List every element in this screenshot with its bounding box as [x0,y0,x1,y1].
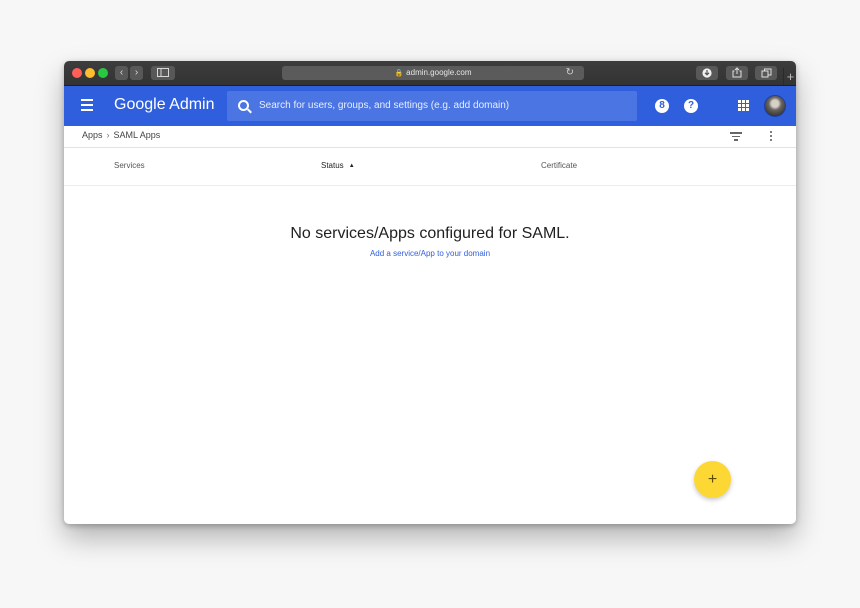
forward-button[interactable]: › [130,66,143,80]
browser-toolbar: ‹ › 🔒 admin.google.com ↻ + [64,61,796,86]
breadcrumb-separator: › [106,130,110,140]
support-icon[interactable]: 8 [655,99,669,113]
column-status[interactable]: Status ▲ [321,161,355,170]
sort-ascending-icon: ▲ [348,163,355,169]
column-status-label: Status [321,161,344,170]
address-bar[interactable]: 🔒 admin.google.com ↻ [282,66,584,80]
tabs-icon [761,68,771,78]
search-input[interactable]: Search for users, groups, and settings (… [259,100,509,111]
share-icon [732,67,742,78]
hamburger-menu-icon[interactable] [81,99,93,111]
zoom-window-button[interactable] [98,68,108,78]
share-button[interactable] [726,66,748,80]
help-icon[interactable]: ? [684,99,698,113]
apps-grid-icon[interactable] [738,100,749,111]
reload-icon[interactable]: ↻ [566,66,574,80]
table-header: Services Status ▲ Certificate [64,148,796,186]
lock-icon: 🔒 [394,70,404,77]
minimize-window-button[interactable] [85,68,95,78]
back-button[interactable]: ‹ [115,66,128,80]
sidebar-icon [157,68,169,77]
avatar[interactable] [764,95,786,117]
admin-header: Google Admin Search for users, groups, a… [64,86,796,126]
browser-window: ‹ › 🔒 admin.google.com ↻ + Google Admin … [64,61,796,524]
add-fab-button[interactable]: + [694,461,731,498]
add-service-link[interactable]: Add a service/App to your domain [64,249,796,258]
address-text: admin.google.com [406,68,472,77]
sidebar-toggle-button[interactable] [151,66,175,80]
search-box[interactable]: Search for users, groups, and settings (… [227,91,637,121]
filter-icon[interactable] [730,132,742,141]
download-icon [702,68,712,78]
breadcrumb-saml-apps: SAML Apps [113,130,161,140]
column-services[interactable]: Services [114,161,145,170]
breadcrumb: Apps › SAML Apps [64,126,796,148]
column-certificate[interactable]: Certificate [541,161,577,170]
tabs-overview-button[interactable] [755,66,777,80]
close-window-button[interactable] [72,68,82,78]
more-options-icon[interactable] [769,131,773,143]
empty-state-title: No services/Apps configured for SAML. [290,225,570,242]
brand-logo[interactable]: Google Admin [114,96,215,114]
new-tab-button[interactable]: + [783,68,796,85]
downloads-button[interactable] [696,66,718,80]
search-icon [238,100,249,111]
breadcrumb-apps-link[interactable]: Apps [82,130,103,140]
